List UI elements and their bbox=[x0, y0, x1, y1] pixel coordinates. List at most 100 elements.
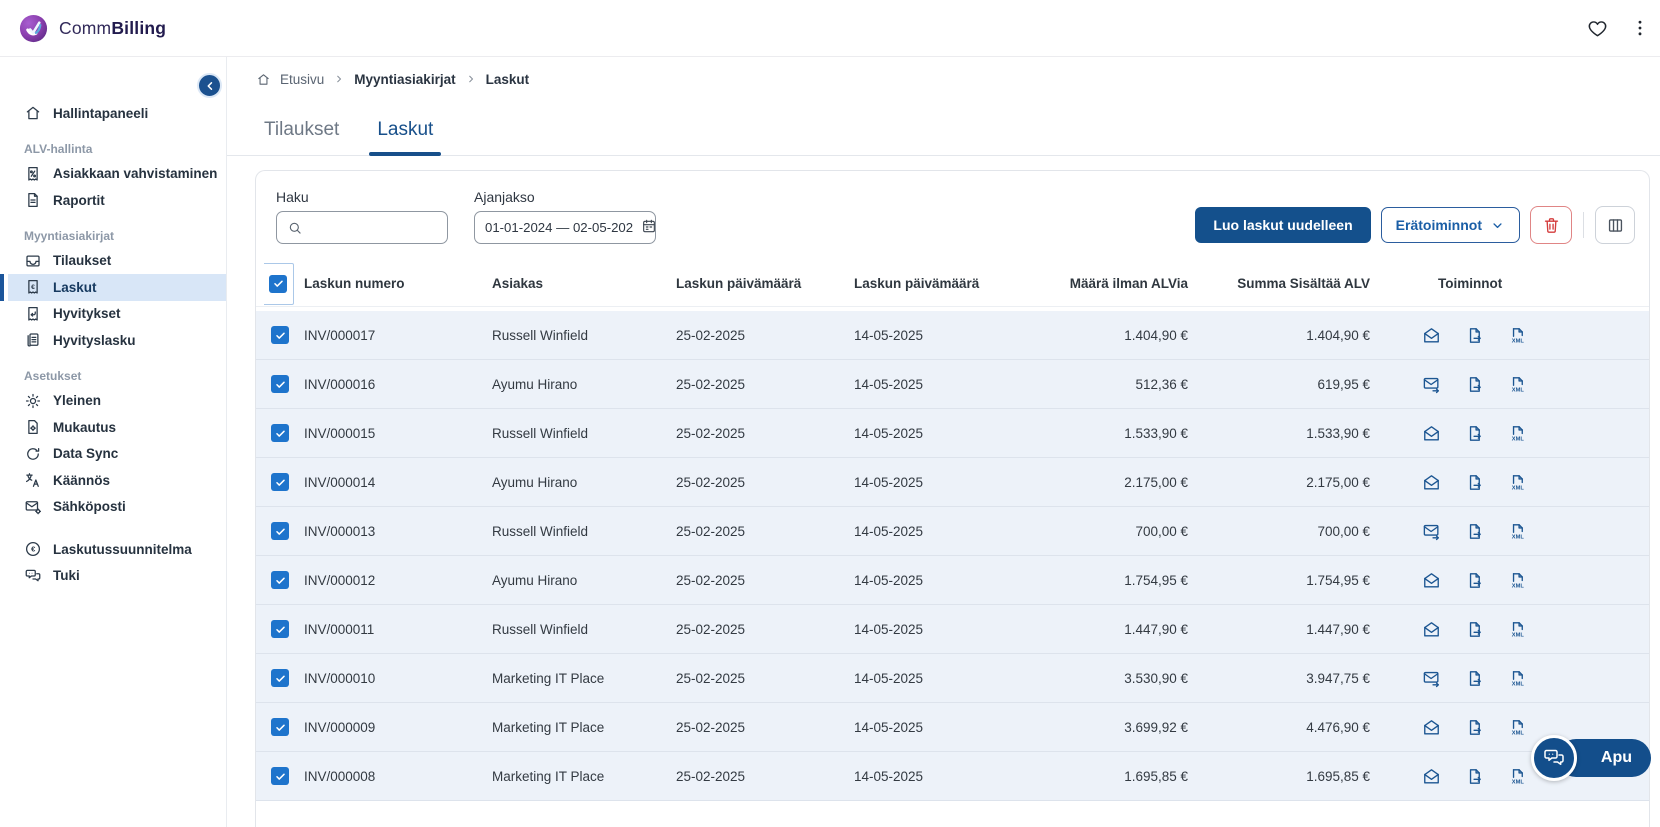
credit-note-icon bbox=[24, 331, 42, 349]
export-document-action[interactable] bbox=[1465, 767, 1484, 786]
date-range-input[interactable]: 01-01-2024 — 02-05-202 bbox=[474, 211, 656, 244]
sidebar-item-tuki[interactable]: Tuki bbox=[8, 563, 226, 590]
download-xml-action[interactable] bbox=[1508, 375, 1527, 394]
download-xml-action[interactable] bbox=[1508, 718, 1527, 737]
send-email-action[interactable] bbox=[1422, 571, 1441, 590]
breadcrumb-item-myyntiasiakirjat[interactable]: Myyntiasiakirjat bbox=[354, 72, 455, 87]
tab-laskut[interactable]: Laskut bbox=[369, 113, 441, 155]
export-document-action[interactable] bbox=[1465, 375, 1484, 394]
delete-button[interactable] bbox=[1530, 206, 1572, 244]
sidebar-item-hyvitykset[interactable]: Hyvitykset bbox=[8, 301, 226, 328]
sidebar-item-laskut[interactable]: Laskut bbox=[8, 274, 226, 301]
download-xml-action[interactable] bbox=[1508, 522, 1527, 541]
send-email-action[interactable] bbox=[1422, 767, 1441, 786]
download-xml-action[interactable] bbox=[1508, 424, 1527, 443]
export-document-action[interactable] bbox=[1465, 620, 1484, 639]
download-xml-action[interactable] bbox=[1508, 326, 1527, 345]
send-email-action[interactable] bbox=[1422, 326, 1441, 345]
sidebar-item-laskutussuunnitelma[interactable]: Laskutussuunnitelma bbox=[8, 536, 226, 563]
help-chat-button[interactable] bbox=[1531, 735, 1577, 781]
amount-incl-vat: 1.754,95 € bbox=[1194, 573, 1376, 588]
table-row[interactable]: INV/000009 Marketing IT Place 25-02-2025… bbox=[256, 703, 1649, 752]
row-checkbox[interactable] bbox=[271, 375, 289, 393]
row-checkbox[interactable] bbox=[271, 620, 289, 638]
check-icon bbox=[274, 525, 287, 538]
sidebar-item-k-nn-s[interactable]: Käännös bbox=[8, 467, 226, 494]
tab-tilaukset[interactable]: Tilaukset bbox=[256, 113, 347, 155]
invoice-euro-icon bbox=[24, 278, 42, 296]
breadcrumb-item-laskut[interactable]: Laskut bbox=[486, 72, 530, 87]
export-document-action[interactable] bbox=[1465, 473, 1484, 492]
document-export-icon bbox=[1465, 375, 1484, 394]
home-icon[interactable] bbox=[256, 72, 271, 87]
batch-actions-label: Erätoiminnot bbox=[1396, 217, 1482, 233]
breadcrumb-item-etusivu[interactable]: Etusivu bbox=[280, 72, 324, 87]
send-email-action[interactable] bbox=[1422, 424, 1441, 443]
download-xml-action[interactable] bbox=[1508, 620, 1527, 639]
invoice-date: 25-02-2025 bbox=[676, 524, 854, 539]
sidebar-item-asiakkaan-vahvistaminen[interactable]: Asiakkaan vahvistaminen bbox=[8, 161, 226, 188]
download-xml-action[interactable] bbox=[1508, 669, 1527, 688]
table-row[interactable]: INV/000008 Marketing IT Place 25-02-2025… bbox=[256, 752, 1649, 801]
column-settings-button[interactable] bbox=[1595, 206, 1635, 244]
sidebar-collapse-button[interactable] bbox=[197, 73, 222, 98]
select-all-checkbox[interactable] bbox=[269, 275, 287, 293]
table-row[interactable]: INV/000014 Ayumu Hirano 25-02-2025 14-05… bbox=[256, 458, 1649, 507]
sidebar-item-s-hk-posti[interactable]: Sähköposti bbox=[8, 494, 226, 521]
app-root: CommBilling HallintapaneeliALV-hallintaA… bbox=[0, 0, 1660, 827]
search-input[interactable] bbox=[276, 211, 448, 244]
export-document-action[interactable] bbox=[1465, 571, 1484, 590]
download-xml-action[interactable] bbox=[1508, 473, 1527, 492]
sidebar-item-data-sync[interactable]: Data Sync bbox=[8, 441, 226, 468]
row-checkbox[interactable] bbox=[271, 669, 289, 687]
batch-actions-button[interactable]: Erätoiminnot bbox=[1381, 207, 1520, 243]
export-document-action[interactable] bbox=[1465, 326, 1484, 345]
sidebar-item-yleinen[interactable]: Yleinen bbox=[8, 388, 226, 415]
send-email-action[interactable] bbox=[1422, 620, 1441, 639]
download-xml-action[interactable] bbox=[1508, 571, 1527, 590]
export-document-action[interactable] bbox=[1465, 669, 1484, 688]
search-field[interactable] bbox=[311, 220, 431, 235]
send-email-action[interactable] bbox=[1422, 375, 1441, 394]
mail-open-icon bbox=[1422, 571, 1441, 590]
row-checkbox[interactable] bbox=[271, 326, 289, 344]
download-xml-action[interactable] bbox=[1508, 767, 1527, 786]
more-menu-button[interactable] bbox=[1630, 18, 1650, 38]
sidebar-item-hallintapaneeli[interactable]: Hallintapaneeli bbox=[8, 100, 226, 127]
table-row[interactable]: INV/000011 Russell Winfield 25-02-2025 1… bbox=[256, 605, 1649, 654]
customer-name: Russell Winfield bbox=[492, 328, 676, 343]
export-document-action[interactable] bbox=[1465, 522, 1484, 541]
row-checkbox[interactable] bbox=[271, 473, 289, 491]
row-checkbox[interactable] bbox=[271, 718, 289, 736]
table-row[interactable]: INV/000015 Russell Winfield 25-02-2025 1… bbox=[256, 409, 1649, 458]
brand-logo: CommBilling bbox=[18, 13, 166, 44]
col-header-customer: Asiakas bbox=[492, 276, 676, 291]
customer-name: Marketing IT Place bbox=[492, 671, 676, 686]
brand-name: CommBilling bbox=[59, 18, 166, 39]
document-export-icon bbox=[1465, 718, 1484, 737]
table-row[interactable]: INV/000010 Marketing IT Place 25-02-2025… bbox=[256, 654, 1649, 703]
send-email-action[interactable] bbox=[1422, 522, 1441, 541]
calendar-icon[interactable] bbox=[641, 218, 656, 237]
export-document-action[interactable] bbox=[1465, 424, 1484, 443]
row-checkbox[interactable] bbox=[271, 571, 289, 589]
sidebar-item-hyvityslasku[interactable]: Hyvityslasku bbox=[8, 327, 226, 354]
customer-name: Marketing IT Place bbox=[492, 769, 676, 784]
sidebar-item-tilaukset[interactable]: Tilaukset bbox=[8, 248, 226, 275]
sidebar-item-raportit[interactable]: Raportit bbox=[8, 187, 226, 214]
check-icon bbox=[274, 476, 287, 489]
table-row[interactable]: INV/000012 Ayumu Hirano 25-02-2025 14-05… bbox=[256, 556, 1649, 605]
table-row[interactable]: INV/000013 Russell Winfield 25-02-2025 1… bbox=[256, 507, 1649, 556]
send-email-action[interactable] bbox=[1422, 718, 1441, 737]
send-email-action[interactable] bbox=[1422, 669, 1441, 688]
export-document-action[interactable] bbox=[1465, 718, 1484, 737]
sidebar-item-mukautus[interactable]: Mukautus bbox=[8, 414, 226, 441]
table-row[interactable]: INV/000017 Russell Winfield 25-02-2025 1… bbox=[256, 311, 1649, 360]
row-checkbox[interactable] bbox=[271, 424, 289, 442]
table-row[interactable]: INV/000016 Ayumu Hirano 25-02-2025 14-05… bbox=[256, 360, 1649, 409]
regenerate-invoices-button[interactable]: Luo laskut uudelleen bbox=[1195, 207, 1370, 243]
row-checkbox[interactable] bbox=[271, 767, 289, 785]
send-email-action[interactable] bbox=[1422, 473, 1441, 492]
favorites-button[interactable] bbox=[1587, 18, 1608, 39]
row-checkbox[interactable] bbox=[271, 522, 289, 540]
